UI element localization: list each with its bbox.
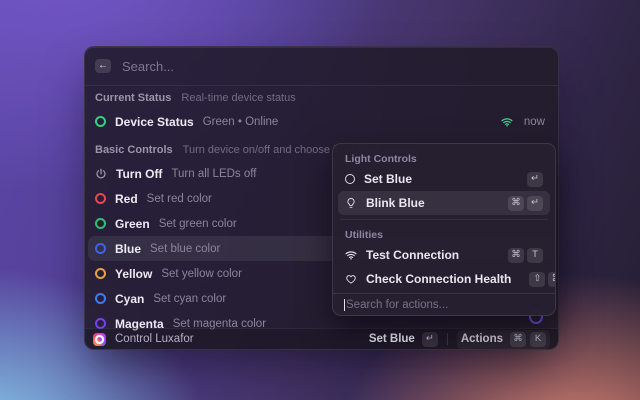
power-icon: [95, 168, 107, 180]
item-title: Green: [115, 217, 150, 231]
item-subtitle: Set green color: [159, 218, 237, 230]
color-ring-icon: [95, 293, 106, 304]
list-item-device-status[interactable]: Device Status Green • Online now: [88, 109, 555, 134]
shift-key-icon: ⇧: [529, 272, 545, 287]
status-ring-icon: [95, 116, 106, 127]
item-subtitle: Turn all LEDs off: [171, 168, 256, 180]
item-title: Device Status: [115, 115, 194, 129]
color-ring-icon: [95, 218, 106, 229]
command-key-icon: ⌘: [510, 332, 526, 347]
k-key-icon: K: [530, 332, 546, 347]
wifi-icon: [501, 117, 513, 127]
shortcut-keys: ⌘ T: [508, 248, 543, 263]
shortcut-keys: ↵: [527, 172, 543, 187]
command-key-icon: ⌘: [548, 272, 556, 287]
popup-item-title: Test Connection: [366, 248, 459, 262]
action-bar: Control Luxafor Set Blue ↵ Actions ⌘ K: [85, 328, 558, 349]
desktop-wallpaper: ← Search... Current Status Real-time dev…: [0, 0, 640, 400]
return-key-icon: ↵: [527, 196, 543, 211]
popup-section-label: Light Controls: [345, 153, 417, 165]
footer-divider: [447, 333, 448, 345]
shortcut-keys: ⇧ ⌘ H: [529, 272, 556, 287]
item-title: Red: [115, 192, 138, 206]
item-subtitle: Set cyan color: [153, 293, 226, 305]
popup-section-label: Utilities: [345, 229, 383, 241]
primary-action-button[interactable]: Set Blue ↵: [369, 332, 438, 347]
popup-item-set-blue[interactable]: Set Blue ↵: [338, 167, 550, 191]
popup-divider: [340, 219, 548, 220]
popup-item-test-connection[interactable]: Test Connection ⌘ T: [338, 243, 550, 267]
bulb-icon: [345, 197, 357, 209]
section-label: Current Status: [95, 92, 171, 104]
shortcut-keys: ⌘ ↵: [508, 196, 543, 211]
item-subtitle: Set blue color: [150, 243, 220, 255]
actions-search-placeholder: Search for actions...: [346, 299, 448, 311]
header-divider: [85, 85, 558, 86]
wifi-icon: [345, 250, 357, 260]
popup-item-title: Blink Blue: [366, 196, 425, 210]
circle-icon: [345, 174, 355, 184]
item-title: Cyan: [115, 292, 144, 306]
command-key-icon: ⌘: [508, 248, 524, 263]
item-title: Blue: [115, 242, 141, 256]
actions-search-input[interactable]: Search for actions...: [333, 293, 555, 315]
popup-item-blink-blue[interactable]: Blink Blue ⌘ ↵: [338, 191, 550, 215]
item-accessory: now: [501, 116, 548, 128]
heart-icon: [345, 273, 357, 285]
popup-item-title: Set Blue: [364, 172, 412, 186]
actions-label: Actions: [461, 333, 503, 345]
last-updated-text: now: [524, 116, 545, 128]
item-subtitle: Green • Online: [203, 116, 279, 128]
back-arrow-icon: ←: [98, 61, 108, 71]
section-subtitle: Real-time device status: [181, 92, 295, 104]
section-label: Basic Controls: [95, 144, 173, 156]
primary-action-label: Set Blue: [369, 333, 415, 345]
return-key-icon: ↵: [527, 172, 543, 187]
popup-section-light-controls: Light Controls: [338, 150, 550, 167]
search-header: ← Search...: [85, 47, 558, 85]
popup-section-utilities: Utilities: [338, 226, 550, 243]
search-input[interactable]: Search...: [122, 59, 174, 74]
return-key-icon: ↵: [422, 332, 438, 347]
text-cursor: [344, 299, 345, 311]
command-key-icon: ⌘: [508, 196, 524, 211]
t-key-icon: T: [527, 248, 543, 263]
actions-menu-button[interactable]: Actions ⌘ K: [457, 330, 550, 349]
color-ring-icon: [95, 268, 106, 279]
item-subtitle: Set red color: [147, 193, 212, 205]
actions-popup: Light Controls Set Blue ↵ Blink Blue ⌘ ↵: [332, 143, 556, 316]
popup-item-check-connection-health[interactable]: Check Connection Health ⇧ ⌘ H: [338, 267, 550, 291]
section-current-status: Current Status Real-time device status: [88, 87, 555, 109]
item-subtitle: Set yellow color: [161, 268, 242, 280]
luxafor-app-icon: [93, 333, 106, 346]
back-button[interactable]: ←: [95, 59, 111, 73]
app-name: Control Luxafor: [115, 333, 194, 345]
color-ring-icon: [95, 243, 106, 254]
item-title: Yellow: [115, 267, 152, 281]
popup-item-title: Check Connection Health: [366, 272, 511, 286]
item-title: Turn Off: [116, 167, 162, 181]
color-ring-icon: [95, 193, 106, 204]
